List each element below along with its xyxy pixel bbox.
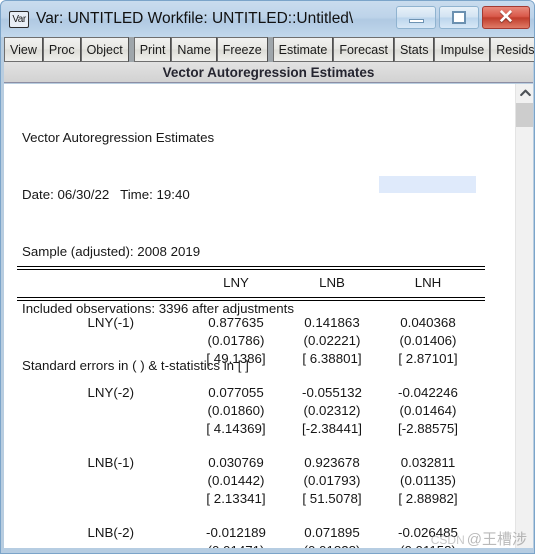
toolbar: View Proc Object Print Name Freeze Estim…: [4, 37, 534, 62]
window-bottom-edge: [1, 548, 534, 553]
coefficient-cell: -0.042246: [398, 385, 458, 400]
selection-highlight: [379, 176, 476, 193]
toolbar-button-object[interactable]: Object: [80, 37, 129, 62]
stderr-cell: (0.01786): [207, 333, 265, 348]
table-rule-header-2: [17, 300, 485, 301]
toolbar-button-resids[interactable]: Resids: [490, 37, 534, 62]
output-caption: Vector Autoregression Estimates: [4, 62, 533, 83]
tstat-cell: [ 2.13341]: [206, 491, 266, 506]
tstat-cell: [-2.38441]: [302, 421, 362, 436]
stderr-cell: (0.01135): [400, 473, 456, 488]
toolbar-button-forecast[interactable]: Forecast: [333, 37, 394, 62]
coefficient-cell: 0.032811: [400, 455, 456, 470]
stderr-cell: (0.02221): [303, 333, 361, 348]
minimize-button[interactable]: [396, 6, 436, 29]
coefficient-cell: -0.012189: [206, 525, 266, 540]
toolbar-button-view[interactable]: View: [4, 37, 43, 62]
window-title: Var: UNTITLED Workfile: UNTITLED::Untitl…: [36, 10, 354, 27]
tstat-cell: [-2.88575]: [398, 421, 458, 436]
header-line-title: Vector Autoregression Estimates: [22, 130, 215, 145]
close-icon: ✕: [498, 7, 514, 28]
toolbar-button-proc[interactable]: Proc: [42, 37, 81, 62]
coefficient-cell: 0.040368: [400, 315, 456, 330]
table-rule-top-1: [17, 266, 485, 267]
column-header-lnh: LNH: [414, 275, 442, 290]
eviews-var-window: Var Var: UNTITLED Workfile: UNTITLED::Un…: [0, 0, 535, 554]
row-label: LNY(-1): [87, 315, 134, 330]
toolbar-button-freeze[interactable]: Freeze: [216, 37, 268, 62]
tstat-cell: [ 2.87101]: [398, 351, 458, 366]
var-output-document[interactable]: Vector Autoregression Estimates Date: 06…: [4, 84, 515, 550]
scrollbar-thumb[interactable]: [516, 103, 533, 127]
row-label: LNB(-1): [87, 455, 134, 470]
toolbar-button-estimate[interactable]: Estimate: [272, 37, 334, 62]
stderr-cell: (0.01442): [207, 473, 265, 488]
stderr-cell: (0.02312): [303, 403, 361, 418]
coefficient-cell: 0.877635: [208, 315, 264, 330]
toolbar-button-print[interactable]: Print: [133, 37, 172, 62]
tstat-cell: [ 6.38801]: [302, 351, 362, 366]
coefficient-cell: 0.077055: [208, 385, 264, 400]
toolbar-button-name[interactable]: Name: [171, 37, 217, 62]
title-bar[interactable]: Var Var: UNTITLED Workfile: UNTITLED::Un…: [1, 1, 534, 37]
close-button[interactable]: ✕: [482, 6, 530, 29]
coefficient-cell: -0.026485: [398, 525, 458, 540]
coefficient-cell: 0.923678: [304, 455, 360, 470]
stderr-cell: (0.01406): [399, 333, 457, 348]
table-rule-top-2: [17, 269, 485, 270]
stderr-cell: (0.01793): [303, 473, 361, 488]
column-header-lny: LNY: [223, 275, 249, 290]
tstat-cell: [ 4.14369]: [206, 421, 266, 436]
coefficient-cell: -0.055132: [302, 385, 362, 400]
output-pane: Vector Autoregression Estimates Date: 06…: [4, 84, 533, 550]
header-line-datetime: Date: 06/30/22 Time: 19:40: [22, 187, 190, 202]
minimize-icon: [408, 18, 424, 23]
window-controls: ✕: [396, 6, 530, 29]
coefficient-cell: 0.030769: [208, 455, 264, 470]
tstat-cell: [ 2.88982]: [398, 491, 458, 506]
coefficient-cell: 0.071895: [304, 525, 360, 540]
row-label: LNY(-2): [87, 385, 134, 400]
vertical-scrollbar[interactable]: [515, 84, 533, 550]
tstat-cell: [ 49.1386]: [206, 351, 266, 366]
table-header-row: LNY LNB LNH: [4, 275, 515, 295]
maximize-icon: [452, 11, 466, 24]
stderr-cell: (0.01464): [399, 403, 457, 418]
stderr-cell: (0.01860): [207, 403, 265, 418]
var-object-icon: Var: [9, 10, 29, 28]
scroll-up-icon[interactable]: [516, 84, 533, 102]
toolbar-button-impulse[interactable]: Impulse: [434, 37, 491, 62]
coefficient-cell: 0.141863: [304, 315, 360, 330]
header-line-sample: Sample (adjusted): 2008 2019: [22, 244, 201, 259]
toolbar-button-stats[interactable]: Stats: [393, 37, 435, 62]
table-rule-header-1: [17, 297, 485, 298]
column-header-lnb: LNB: [319, 275, 345, 290]
maximize-button[interactable]: [439, 6, 479, 29]
tstat-cell: [ 51.5078]: [302, 491, 362, 506]
row-label: LNB(-2): [87, 525, 134, 540]
